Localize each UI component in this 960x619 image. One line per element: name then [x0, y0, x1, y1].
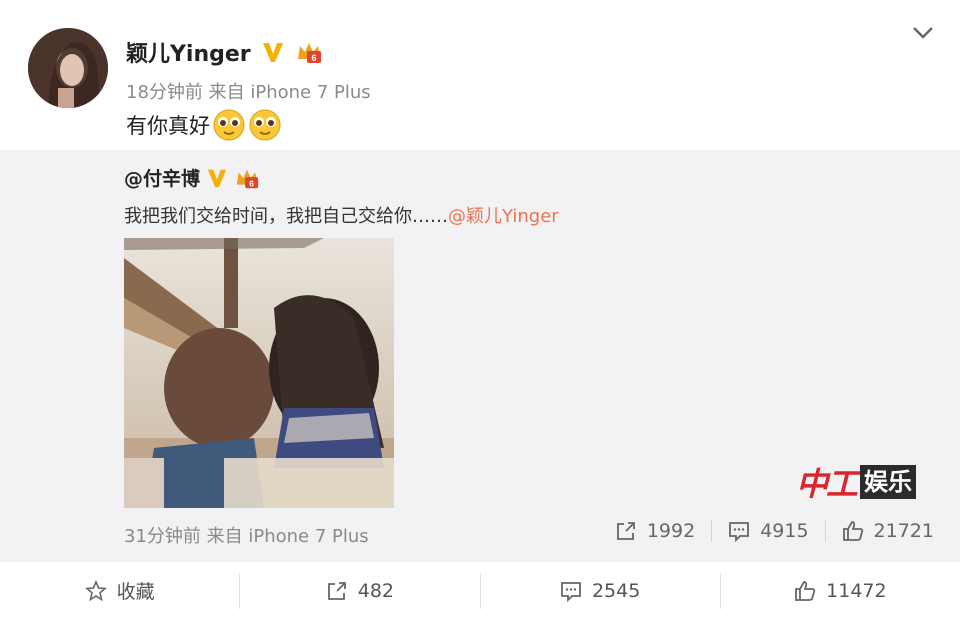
repost-author[interactable]: @付辛博 6 [124, 164, 260, 191]
post-text: 有你真好 [126, 114, 210, 138]
watermark-logo: 中工 娱乐 [796, 462, 917, 503]
vip-crown-icon: 6 [295, 39, 323, 65]
comment-button[interactable]: 2545 [479, 572, 720, 609]
share-count: 482 [357, 579, 394, 602]
action-bar: 收藏 482 2545 11472 [0, 562, 960, 619]
pleading-face-icon [248, 108, 282, 142]
svg-text:6: 6 [249, 178, 254, 188]
repost-comment-button[interactable]: 4915 [711, 520, 824, 542]
vip-crown-icon: 6 [234, 166, 260, 190]
repost-text: 我把我们交给时间，我把自己交给你…… [124, 206, 448, 227]
avatar[interactable] [28, 28, 108, 108]
pleading-face-icon [212, 108, 246, 142]
like-count: 11472 [826, 579, 887, 602]
repost-share-count: 1992 [646, 520, 696, 542]
repost-like-count: 21721 [873, 520, 934, 542]
watermark-left: 中工 [796, 465, 858, 503]
verified-v-icon [261, 40, 285, 64]
like-button[interactable]: 11472 [719, 572, 960, 609]
verified-v-icon [206, 167, 228, 189]
repost-like-button[interactable]: 21721 [824, 520, 934, 542]
repost-meta: 31分钟前 来自 iPhone 7 Plus [124, 526, 369, 547]
repost-author-name[interactable]: @付辛博 [124, 164, 200, 191]
svg-text:6: 6 [311, 53, 316, 63]
favorite-label: 收藏 [116, 581, 155, 603]
repost-card[interactable]: @付辛博 6 我把我们交给时间，我把自己交给你……@颖儿Yinger 中工 娱乐… [0, 150, 960, 562]
weibo-post: 颖儿Yinger 6 18分钟前 来自 iPhone 7 Plus 有你真好 @… [0, 0, 960, 619]
post-author-name[interactable]: 颖儿Yinger [126, 36, 251, 68]
share-icon [616, 522, 635, 540]
comment-icon [729, 522, 750, 542]
mention-link[interactable]: @颖儿Yinger [448, 206, 559, 227]
repost-text-row: 我把我们交给时间，我把自己交给你……@颖儿Yinger [124, 202, 559, 228]
repost-share-button[interactable]: 1992 [599, 520, 711, 542]
post-author[interactable]: 颖儿Yinger 6 [126, 36, 323, 68]
share-button[interactable]: 482 [239, 572, 479, 609]
post-meta: 18分钟前 来自 iPhone 7 Plus [126, 82, 371, 103]
watermark-right: 娱乐 [860, 465, 917, 499]
thumbs-up-icon [795, 580, 816, 601]
repost-stats: 1992 4915 21721 [599, 520, 934, 542]
post-text-row: 有你真好 [126, 108, 282, 142]
repost-comment-count: 4915 [760, 520, 809, 542]
chevron-down-icon[interactable] [912, 26, 934, 40]
share-icon [327, 581, 346, 600]
repost-photo[interactable] [124, 238, 394, 508]
favorite-button[interactable]: 收藏 [0, 573, 239, 609]
comment-icon [561, 581, 581, 602]
comment-count: 2545 [591, 579, 641, 602]
star-icon [84, 579, 107, 601]
thumbs-up-icon [842, 521, 863, 541]
